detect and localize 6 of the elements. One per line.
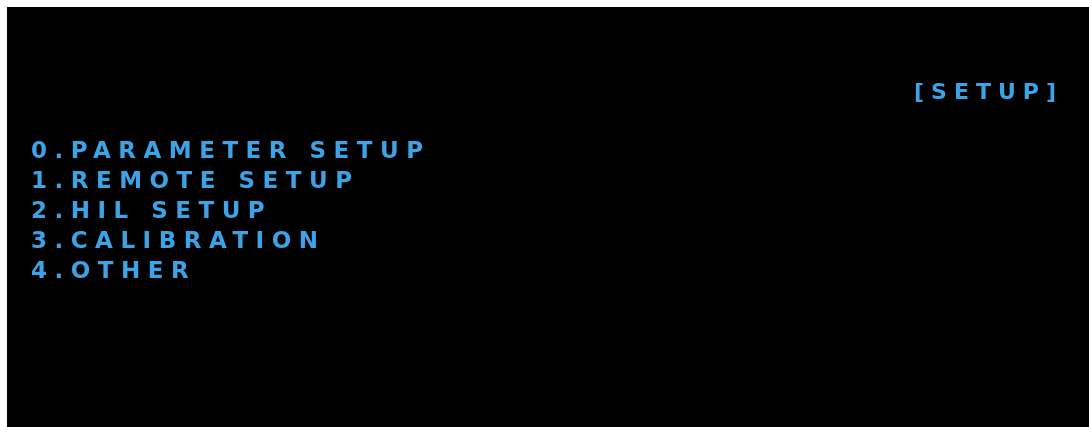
menu-item[interactable]: 2.HIL SETUP <box>31 195 273 225</box>
menu-item[interactable]: 0.PARAMETER SETUP <box>31 135 431 165</box>
menu-item[interactable]: 4.OTHER <box>31 255 197 285</box>
menu-item[interactable]: 3.CALIBRATION <box>31 225 326 255</box>
menu-item[interactable]: 1.REMOTE SETUP <box>31 165 360 195</box>
screen-title: [SETUP] <box>914 78 1063 106</box>
